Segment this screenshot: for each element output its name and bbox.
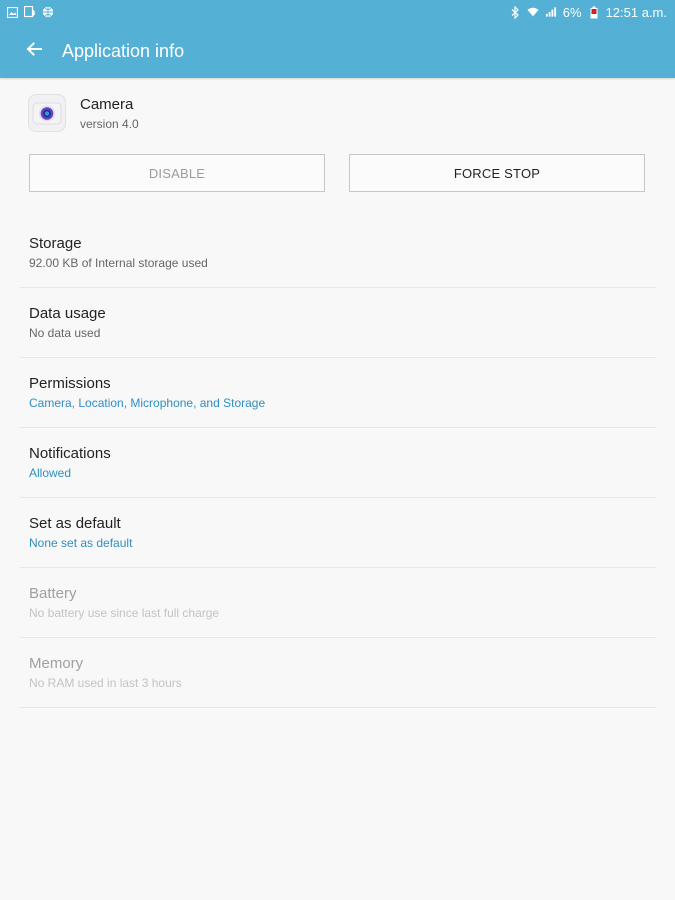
settings-list: Storage 92.00 KB of Internal storage use… <box>20 218 656 708</box>
status-time: 12:51 a.m. <box>605 4 667 20</box>
force-stop-button[interactable]: FORCE STOP <box>349 154 645 192</box>
settings-item-set-as-default[interactable]: Set as default None set as default <box>20 498 656 568</box>
download-icon <box>24 6 36 18</box>
globe-icon <box>42 6 54 18</box>
settings-item-title: Set as default <box>29 515 121 532</box>
settings-item-memory: Memory No RAM used in last 3 hours <box>20 638 656 708</box>
app-name: Camera <box>80 95 134 113</box>
settings-item-notifications[interactable]: Notifications Allowed <box>20 428 656 498</box>
settings-item-data-usage[interactable]: Data usage No data used <box>20 288 656 358</box>
settings-item-storage[interactable]: Storage 92.00 KB of Internal storage use… <box>20 218 656 288</box>
settings-item-title: Battery <box>29 585 77 602</box>
settings-item-title: Storage <box>29 235 82 252</box>
app-version: version 4.0 <box>80 116 139 131</box>
settings-item-subtitle: Allowed <box>29 466 72 480</box>
bluetooth-icon <box>509 5 521 19</box>
status-bar-left <box>0 6 54 18</box>
status-bar: 6% 12:51 a.m. <box>0 0 675 24</box>
page-title: Application info <box>62 40 185 61</box>
camera-app-icon <box>28 94 66 132</box>
settings-item-subtitle: No data used <box>29 326 101 340</box>
settings-item-title: Memory <box>29 655 84 672</box>
back-arrow-icon <box>25 40 43 63</box>
app-text: Camera version 4.0 <box>80 96 139 131</box>
disable-button[interactable]: DISABLE <box>29 154 325 192</box>
app-bar: Application info <box>0 24 675 78</box>
settings-item-permissions[interactable]: Permissions Camera, Location, Microphone… <box>20 358 656 428</box>
battery-percent: 6% <box>562 4 582 20</box>
settings-item-subtitle: Camera, Location, Microphone, and Storag… <box>29 396 266 410</box>
wifi-icon <box>527 6 539 18</box>
battery-icon <box>588 6 600 18</box>
back-button[interactable] <box>20 37 48 65</box>
settings-item-subtitle: No battery use since last full charge <box>29 606 220 620</box>
app-header: Camera version 4.0 <box>28 94 139 132</box>
settings-item-subtitle: No RAM used in last 3 hours <box>29 676 182 690</box>
signal-icon <box>545 6 557 18</box>
status-bar-right: 6% 12:51 a.m. <box>509 5 675 20</box>
settings-item-subtitle: 92.00 KB of Internal storage used <box>29 256 208 270</box>
settings-item-title: Data usage <box>29 305 106 322</box>
image-icon <box>6 6 18 18</box>
settings-item-battery: Battery No battery use since last full c… <box>20 568 656 638</box>
settings-item-title: Permissions <box>29 375 111 392</box>
settings-item-title: Notifications <box>29 445 111 462</box>
settings-item-subtitle: None set as default <box>29 536 133 550</box>
